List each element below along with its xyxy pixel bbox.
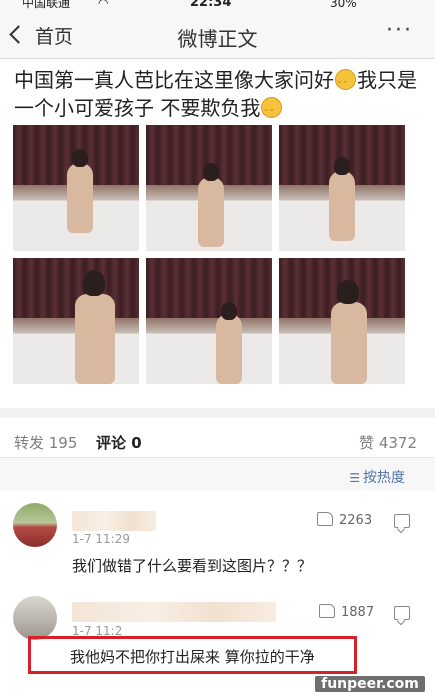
page-title: 微博正文 (177, 27, 258, 51)
carrier-label: 中国联通 (22, 0, 71, 10)
sort-label: 按热度 (363, 470, 405, 486)
photo-figure (75, 294, 115, 384)
avatar[interactable] (13, 596, 57, 640)
post-photo-1[interactable] (13, 125, 139, 251)
post-photo-3[interactable] (279, 125, 405, 251)
reply-icon[interactable] (394, 606, 410, 620)
status-bar: 中国联通 ◠ 22:34 30% (0, 0, 435, 14)
post-photo-5[interactable] (146, 258, 272, 384)
nav-bar: 首页 微博正文 ··· (0, 14, 435, 59)
comment-like-count: 2263 (339, 513, 373, 528)
avatar[interactable] (13, 503, 57, 547)
photo-figure-head (337, 280, 359, 304)
cat-face-emoji-icon (261, 97, 283, 125)
wifi-icon: ◠ (98, 0, 109, 10)
post-photo-6[interactable] (279, 258, 405, 384)
highlight-annotation-box (28, 636, 357, 674)
photo-background (146, 258, 272, 319)
post-text-part1: 中国第一真人芭比在这里像大家问好 (14, 68, 334, 92)
post-text: 中国第一真人芭比在这里像大家问好我只是一个小可爱孩子 不要欺负我 (14, 66, 419, 125)
thumbs-up-icon (317, 512, 333, 526)
photo-figure-head (83, 270, 105, 296)
comment-text: 我们做错了什么要看到这图片？？？ (72, 557, 313, 575)
photo-figure (216, 314, 242, 384)
comment-timestamp: 1-7 11:29 (72, 532, 130, 546)
commenter-name[interactable] (72, 511, 156, 531)
photo-bedsheet (146, 332, 272, 384)
photo-figure-head (72, 149, 88, 167)
battery-indicator: 30% (330, 0, 357, 9)
cat-face-emoji-icon (335, 69, 356, 97)
sort-row: ☰ 按热度 (0, 458, 435, 490)
comment-like-button[interactable]: 2263 (317, 512, 372, 528)
tab-likes[interactable]: 赞 4372 (359, 432, 417, 453)
tab-repost[interactable]: 转发 195 (14, 432, 77, 453)
photo-figure-head (203, 163, 219, 181)
reply-icon[interactable] (394, 514, 410, 528)
sort-by-hot-button[interactable]: ☰ 按热度 (349, 467, 405, 487)
post-photo-2[interactable] (146, 125, 272, 251)
photo-figure (198, 177, 224, 247)
more-options-button[interactable]: ··· (386, 18, 413, 43)
photo-figure (67, 163, 93, 233)
comment-item: 1-7 11:29 2263 我们做错了什么要看到这图片？？？ (0, 495, 435, 585)
photo-figure (331, 302, 367, 384)
photo-figure (329, 171, 355, 241)
tab-comments[interactable]: 评论 0 (96, 432, 142, 453)
photo-figure-head (221, 302, 237, 320)
post-photo-4[interactable] (13, 258, 139, 384)
stats-bar: 转发 195 评论 0 赞 4372 (0, 408, 435, 463)
photo-figure-head (334, 157, 350, 175)
comment-like-count: 1887 (341, 605, 375, 620)
thumbs-up-icon (319, 604, 335, 618)
commenter-name[interactable] (72, 602, 276, 622)
battery-level: 30% (330, 0, 357, 10)
watermark: funpeer.com (315, 676, 425, 692)
clock: 22:34 (190, 0, 232, 10)
sort-icon: ☰ (349, 471, 360, 485)
comment-like-button[interactable]: 1887 (319, 604, 374, 620)
